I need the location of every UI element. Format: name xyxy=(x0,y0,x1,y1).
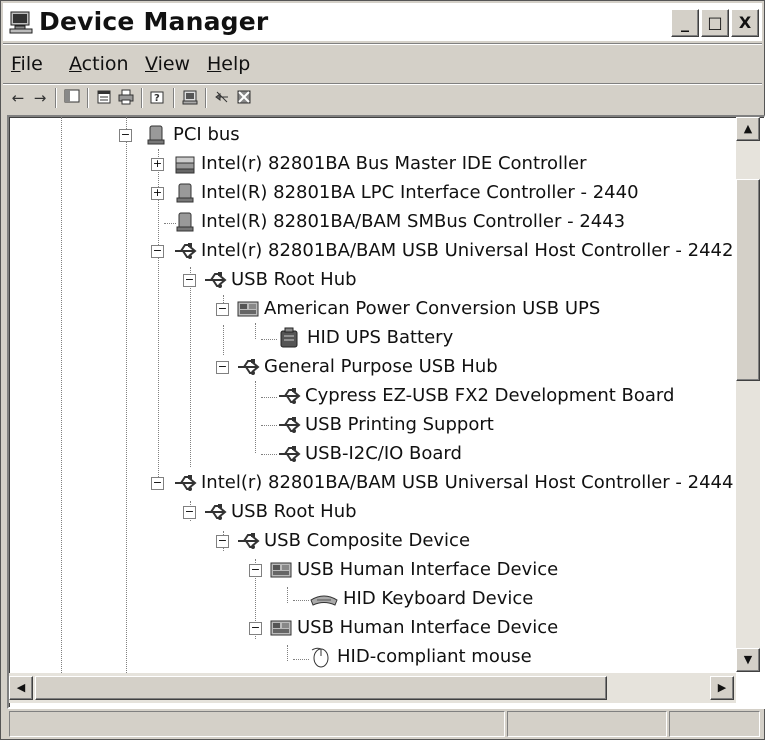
tree-item-label: HID Keyboard Device xyxy=(343,588,534,609)
tree-item-label: Intel(R) 82801BA LPC Interface Controlle… xyxy=(201,182,639,203)
back-arrow-icon[interactable]: ← xyxy=(9,89,27,107)
scroll-up-button[interactable]: ▲ xyxy=(736,117,760,141)
scan-hardware-icon[interactable] xyxy=(181,89,199,107)
mouse-icon xyxy=(311,647,329,668)
tree-item-label: USB Human Interface Device xyxy=(297,559,559,580)
forward-arrow-icon[interactable]: → xyxy=(31,89,49,107)
tree-item-label: HID-compliant mouse xyxy=(337,646,532,667)
tree-item-label: HID UPS Battery xyxy=(307,327,454,348)
uninstall-device-icon[interactable] xyxy=(235,89,253,107)
expand-toggle[interactable]: + xyxy=(151,187,164,200)
collapse-toggle[interactable]: − xyxy=(183,506,196,519)
status-bar xyxy=(7,709,762,737)
pci-bus-icon xyxy=(147,125,165,145)
menu-action[interactable]: Action xyxy=(69,53,129,75)
device-manager-window: Device Manager _ □ X File Action View He… xyxy=(0,0,765,740)
collapse-toggle[interactable]: − xyxy=(151,477,164,490)
svg-text:?: ? xyxy=(154,93,160,104)
device-tree[interactable]: − PCI bus + Intel(r) 82801BA Bus Master … xyxy=(7,115,765,709)
collapse-toggle[interactable]: − xyxy=(249,622,262,635)
usb-icon xyxy=(279,388,301,404)
collapse-toggle[interactable]: − xyxy=(151,245,164,258)
toolbar: ← → ? xyxy=(3,85,762,111)
menu-bar: File Action View Help xyxy=(3,45,762,81)
vertical-scrollbar[interactable]: ▲ ▼ xyxy=(736,117,760,672)
keyboard-icon xyxy=(310,595,338,606)
status-panel-main xyxy=(9,711,505,737)
tree-item-label: USB-I2C/IO Board xyxy=(305,443,462,464)
scroll-down-button[interactable]: ▼ xyxy=(736,648,760,672)
maximize-button[interactable]: □ xyxy=(701,9,729,37)
tree-item-label: USB Printing Support xyxy=(305,414,494,435)
usb-icon xyxy=(238,533,260,549)
hid-icon xyxy=(237,301,259,317)
title-bar[interactable]: Device Manager _ □ X xyxy=(3,3,762,41)
tree-item-label: Cypress EZ-USB FX2 Development Board xyxy=(305,385,675,406)
tree-item-label: General Purpose USB Hub xyxy=(264,356,498,377)
usb-icon xyxy=(205,504,227,520)
help-icon[interactable]: ? xyxy=(149,89,167,107)
tree-item-label: Intel(R) 82801BA/BAM SMBus Controller - … xyxy=(201,211,626,232)
scroll-right-button[interactable]: ▶ xyxy=(710,676,734,700)
usb-icon xyxy=(279,446,301,462)
usb-icon xyxy=(238,359,260,375)
close-button[interactable]: X xyxy=(731,9,759,37)
collapse-toggle[interactable]: − xyxy=(183,274,196,287)
usb-icon xyxy=(279,417,301,433)
tree-item-label: Intel(r) 82801BA Bus Master IDE Controll… xyxy=(201,153,587,174)
menu-help[interactable]: Help xyxy=(207,53,250,75)
battery-icon xyxy=(280,327,298,348)
collapse-toggle[interactable]: − xyxy=(216,361,229,374)
window-title: Device Manager xyxy=(39,7,269,36)
disable-device-icon[interactable] xyxy=(213,89,231,107)
usb-icon xyxy=(205,272,227,288)
vertical-scroll-thumb[interactable] xyxy=(736,179,760,381)
tree-item-label: USB Root Hub xyxy=(231,269,357,290)
status-panel-3 xyxy=(669,711,760,737)
tree-item-label: USB Root Hub xyxy=(231,501,357,522)
expand-toggle[interactable]: + xyxy=(151,158,164,171)
system-device-icon xyxy=(176,212,194,232)
horizontal-scrollbar[interactable]: ◀ ▶ xyxy=(9,673,736,703)
hid-icon xyxy=(270,562,292,578)
collapse-toggle[interactable]: − xyxy=(216,535,229,548)
hid-icon xyxy=(270,620,292,636)
computer-icon xyxy=(9,11,33,34)
collapse-toggle[interactable]: − xyxy=(249,564,262,577)
system-device-icon xyxy=(176,183,194,203)
tree-item-label: Intel(r) 82801BA/BAM USB Universal Host … xyxy=(201,472,734,493)
tree-item-label: USB Composite Device xyxy=(264,530,471,551)
ide-controller-icon xyxy=(175,156,195,174)
tree-item-label: American Power Conversion USB UPS xyxy=(264,298,601,319)
properties-icon[interactable] xyxy=(95,89,113,107)
scroll-left-button[interactable]: ◀ xyxy=(9,676,33,700)
menu-file[interactable]: File xyxy=(11,53,43,75)
horizontal-scroll-thumb[interactable] xyxy=(35,676,607,700)
collapse-toggle[interactable]: − xyxy=(216,303,229,316)
collapse-toggle[interactable]: − xyxy=(119,129,132,142)
status-panel-2 xyxy=(507,711,667,737)
menu-view[interactable]: View xyxy=(145,53,190,75)
tree-item-label: PCI bus xyxy=(173,124,240,145)
print-icon[interactable] xyxy=(117,89,135,107)
minimize-button[interactable]: _ xyxy=(671,9,699,37)
tree-item-label: USB Human Interface Device xyxy=(297,617,559,638)
tree-item-label: Intel(r) 82801BA/BAM USB Universal Host … xyxy=(201,240,734,261)
usb-icon xyxy=(175,475,197,491)
usb-icon xyxy=(175,243,197,259)
show-hide-console-tree-icon[interactable] xyxy=(63,89,81,107)
